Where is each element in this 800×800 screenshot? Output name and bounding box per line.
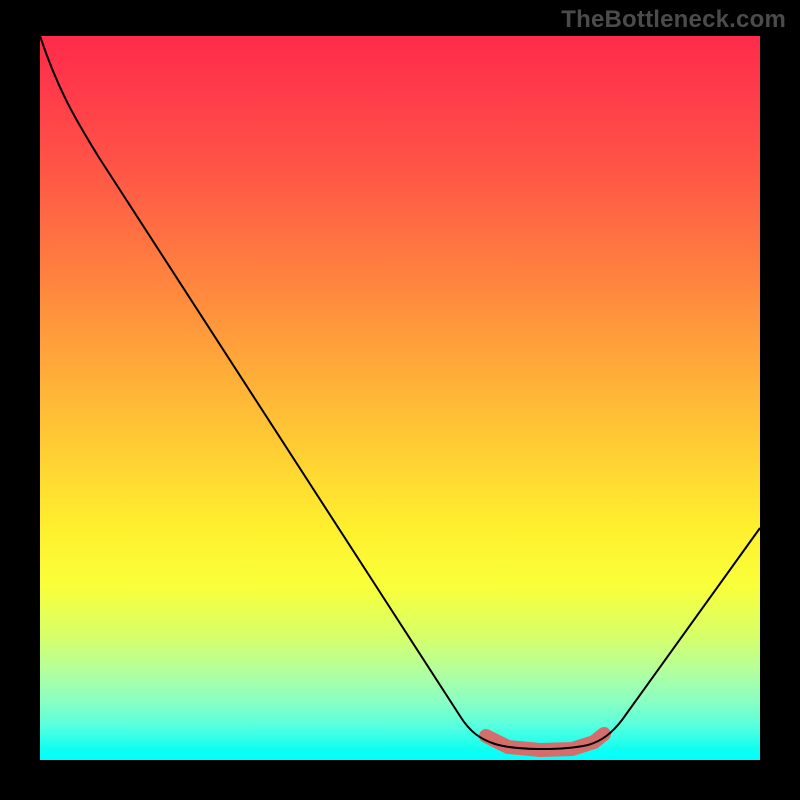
watermark-label: TheBottleneck.com xyxy=(561,6,786,34)
chart-container: TheBottleneck.com xyxy=(0,0,800,800)
optimal-region-highlight xyxy=(486,734,604,750)
bottleneck-curve xyxy=(40,36,760,760)
plot-area xyxy=(40,36,760,760)
bottleneck-curve-path xyxy=(40,36,760,749)
